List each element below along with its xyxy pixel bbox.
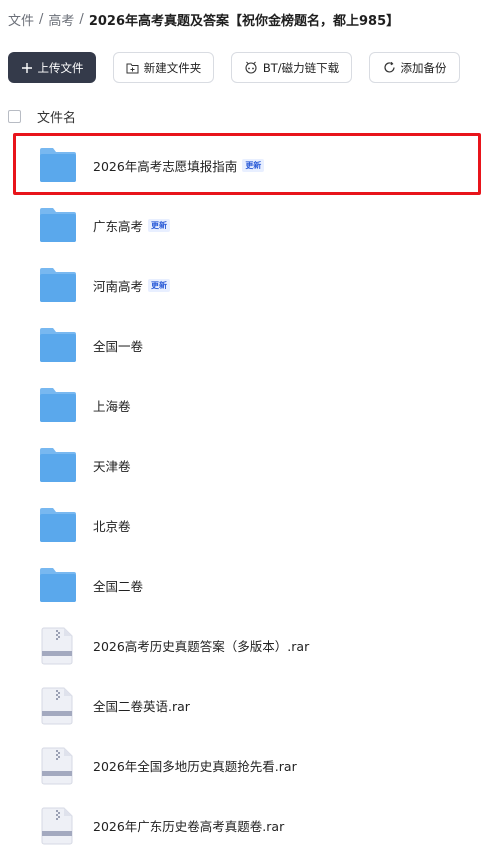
file-manager-page: 文件 / 高考 / 2026年高考真题及答案【祝你金榜题名，都上985】 上传文… <box>0 0 499 859</box>
breadcrumb-current: 2026年高考真题及答案【祝你金榜题名，都上985】 <box>88 13 400 29</box>
file-row[interactable]: 全国二卷英语.rar <box>0 675 499 735</box>
file-row[interactable]: 2026年广东历史卷高考真题卷.rar <box>0 795 499 855</box>
new-folder-button[interactable]: 新建文件夹 <box>113 52 214 83</box>
file-name-wrap: 2026年高考志愿填报指南 更新 <box>93 156 265 175</box>
file-row[interactable]: 全国一卷 <box>0 315 499 375</box>
new-folder-button-label: 新建文件夹 <box>143 60 202 75</box>
file-row[interactable]: 2026年全国多地历史真题抢先看.rar <box>0 735 499 795</box>
folder-icon <box>39 507 77 545</box>
archive-file-icon <box>39 807 77 845</box>
file-name-wrap: 2026高考历史真题答案（多版本）.rar <box>93 636 309 655</box>
file-list: 2026年高考志愿填报指南 更新 广东高考 更新 河南高考 更新 全国一卷 上海卷 天… <box>0 135 499 855</box>
upload-button[interactable]: 上传文件 <box>8 52 96 83</box>
upload-button-label: 上传文件 <box>37 60 84 75</box>
file-row[interactable]: 上海卷 <box>0 375 499 435</box>
file-name[interactable]: 北京卷 <box>93 516 131 535</box>
toolbar: 上传文件 新建文件夹 BT/磁力链下载 添加备份 <box>8 52 460 83</box>
file-name-wrap: 全国二卷 <box>93 576 143 595</box>
bt-download-button[interactable]: BT/磁力链下载 <box>231 52 352 83</box>
file-name[interactable]: 全国二卷 <box>93 576 143 595</box>
bt-download-icon <box>244 61 258 74</box>
folder-icon <box>39 147 77 185</box>
breadcrumb: 文件 / 高考 / 2026年高考真题及答案【祝你金榜题名，都上985】 <box>8 9 399 29</box>
breadcrumb-parent[interactable]: 高考 <box>48 10 74 29</box>
folder-icon <box>39 447 77 485</box>
archive-file-icon <box>39 687 77 725</box>
update-badge: 更新 <box>148 219 171 232</box>
file-name-wrap: 2026年广东历史卷高考真题卷.rar <box>93 816 284 835</box>
file-row[interactable]: 广东高考 更新 <box>0 195 499 255</box>
file-name-wrap: 广东高考 更新 <box>93 216 171 235</box>
file-list-header: 文件名 <box>8 106 76 126</box>
breadcrumb-separator: / <box>39 11 44 27</box>
column-header-filename[interactable]: 文件名 <box>37 107 76 126</box>
plus-icon <box>21 62 33 74</box>
file-name[interactable]: 全国一卷 <box>93 336 143 355</box>
file-row[interactable]: 全国二卷 <box>0 555 499 615</box>
file-name-wrap: 全国一卷 <box>93 336 143 355</box>
folder-icon <box>39 267 77 305</box>
file-name[interactable]: 2026年全国多地历史真题抢先看.rar <box>93 756 297 775</box>
folder-icon <box>39 207 77 245</box>
file-row[interactable]: 2026年高考志愿填报指南 更新 <box>0 135 499 195</box>
file-row[interactable]: 北京卷 <box>0 495 499 555</box>
file-name[interactable]: 2026高考历史真题答案（多版本）.rar <box>93 636 309 655</box>
file-name[interactable]: 天津卷 <box>93 456 131 475</box>
file-row[interactable]: 河南高考 更新 <box>0 255 499 315</box>
new-folder-icon <box>126 62 139 74</box>
bt-download-button-label: BT/磁力链下载 <box>262 60 340 75</box>
file-name[interactable]: 广东高考 <box>93 216 143 235</box>
archive-file-icon <box>39 747 77 785</box>
file-name-wrap: 河南高考 更新 <box>93 276 171 295</box>
file-name[interactable]: 2026年高考志愿填报指南 <box>93 156 237 175</box>
select-all-checkbox[interactable] <box>8 109 21 123</box>
folder-icon <box>39 327 77 365</box>
file-name[interactable]: 上海卷 <box>93 396 131 415</box>
folder-icon <box>39 387 77 425</box>
file-name-wrap: 北京卷 <box>93 516 131 535</box>
backup-refresh-icon <box>383 61 396 74</box>
file-name[interactable]: 2026年广东历史卷高考真题卷.rar <box>93 816 284 835</box>
file-row[interactable]: 2026高考历史真题答案（多版本）.rar <box>0 615 499 675</box>
breadcrumb-root[interactable]: 文件 <box>8 10 34 29</box>
file-name[interactable]: 全国二卷英语.rar <box>93 696 190 715</box>
file-name-wrap: 全国二卷英语.rar <box>93 696 190 715</box>
file-row[interactable]: 天津卷 <box>0 435 499 495</box>
file-name-wrap: 上海卷 <box>93 396 131 415</box>
file-name-wrap: 天津卷 <box>93 456 131 475</box>
file-name-wrap: 2026年全国多地历史真题抢先看.rar <box>93 756 297 775</box>
add-backup-button-label: 添加备份 <box>400 60 447 75</box>
archive-file-icon <box>39 627 77 665</box>
breadcrumb-separator: / <box>79 11 84 27</box>
add-backup-button[interactable]: 添加备份 <box>369 52 460 83</box>
file-name[interactable]: 河南高考 <box>93 276 143 295</box>
update-badge: 更新 <box>148 279 171 292</box>
update-badge: 更新 <box>242 159 265 172</box>
folder-icon <box>39 567 77 605</box>
